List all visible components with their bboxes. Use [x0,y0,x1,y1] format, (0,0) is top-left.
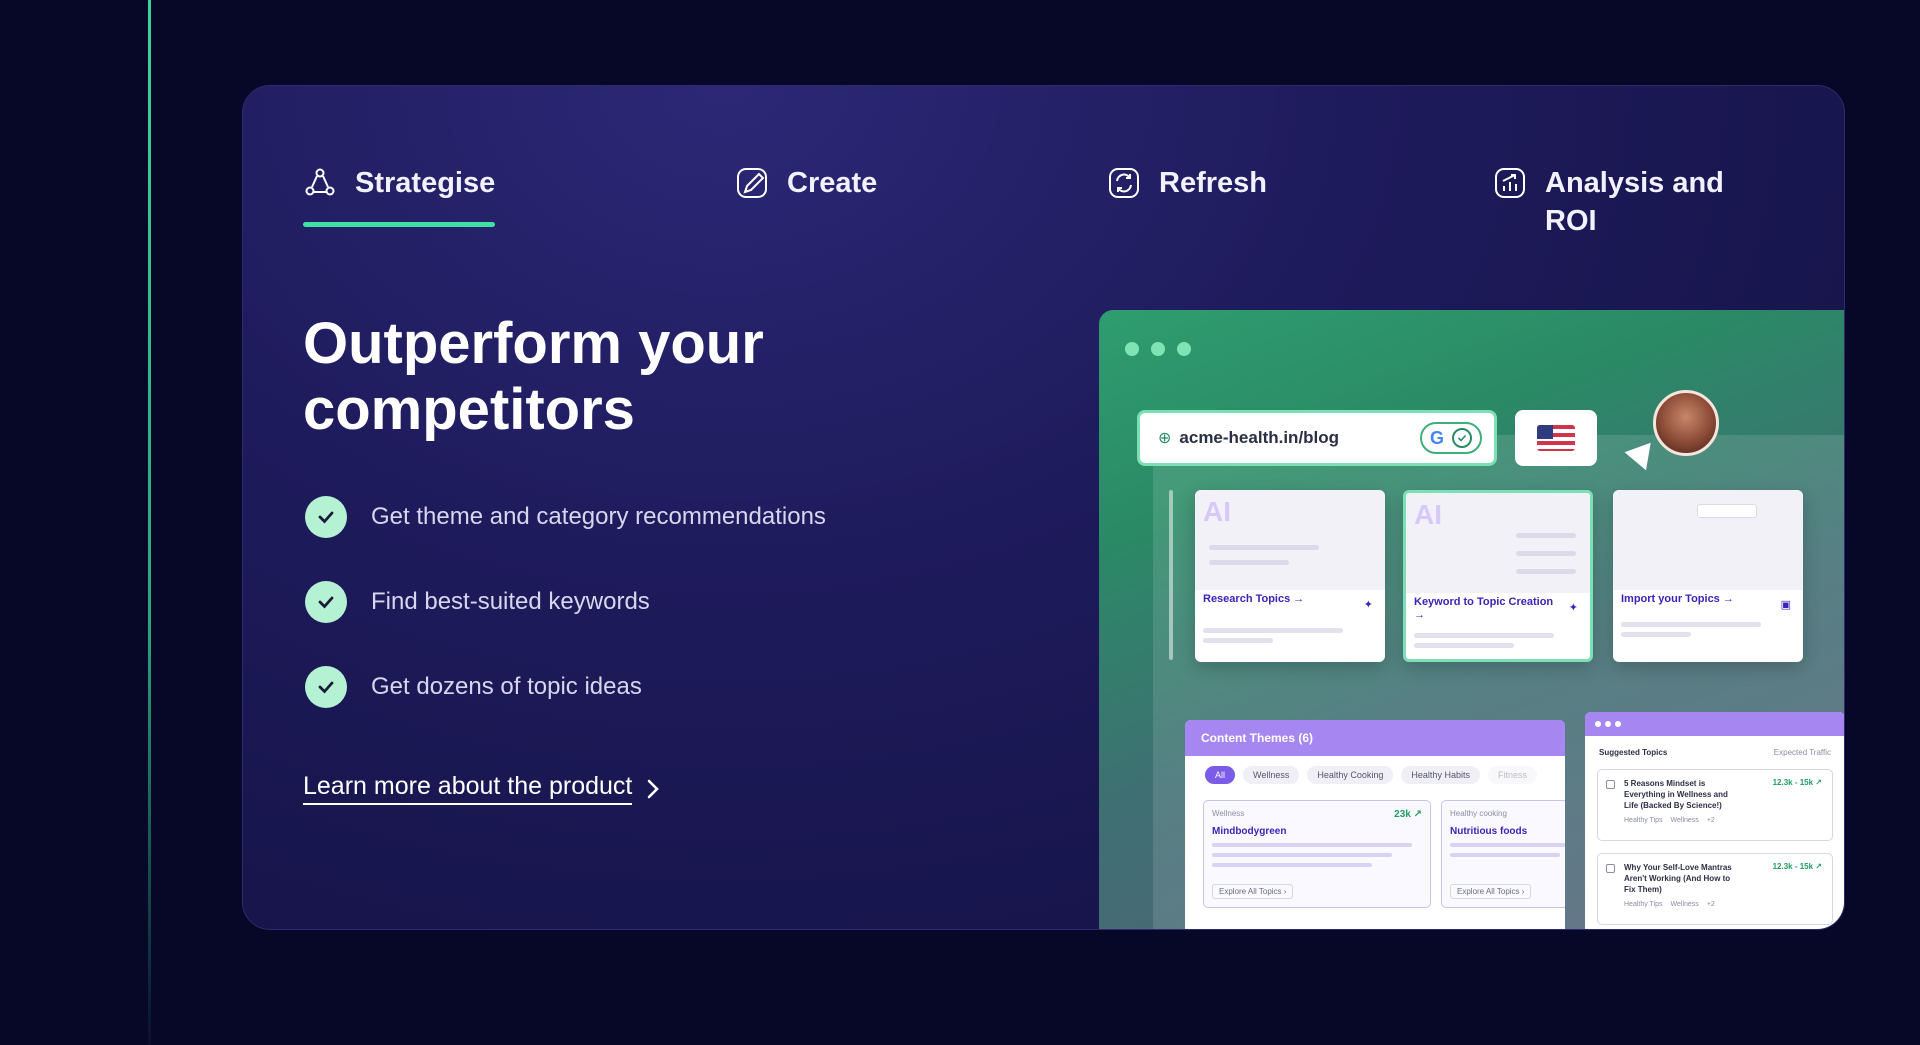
list-item: Get theme and category recommendations [305,496,945,538]
sparkle-icon: ✦ [1568,602,1578,614]
refresh-icon [1107,166,1141,200]
sparkle-icon: ✦ [1363,599,1373,611]
chip-healthy-habits: Healthy Habits [1401,766,1480,784]
checkbox [1606,780,1615,789]
feature-text: Get theme and category recommendations [371,503,826,530]
learn-more-label: Learn more about the product [303,772,633,805]
check-circle-icon [1451,428,1472,448]
topic-title: 5 Reasons Mindset is Everything in Welln… [1624,779,1728,810]
us-flag-icon [1537,425,1575,451]
topic-traffic: 12.3k - 15k ↗ [1772,778,1822,787]
chip-all: All [1205,766,1236,784]
globe-icon: ⊕ [1158,430,1172,447]
explore-topics-button: Explore All Topics › [1212,884,1294,899]
active-tab-indicator [303,222,496,227]
chip-wellness: Wellness [1243,766,1300,784]
country-selector [1515,410,1597,466]
side-accent-line [148,0,151,1045]
theme-box: Wellness Mindbodygreen 23k ↗ Explore All… [1203,800,1431,908]
window-dots [1125,342,1191,356]
expected-traffic-label: Expected Traffic [1773,748,1831,757]
search-engine-badge: G [1420,422,1482,454]
tab-label: Create [787,167,878,199]
feature-text: Get dozens of topic ideas [371,673,642,700]
list-item: Find best-suited keywords [305,581,945,623]
tab-create[interactable]: Create [735,164,877,234]
tab-analysis-roi[interactable]: Analysis and ROI [1493,164,1783,237]
feature-text: Find best-suited keywords [371,588,650,615]
theme-name: Nutritious foods [1450,826,1528,837]
strategy-icon [303,166,337,200]
suggested-topics-title: Suggested Topics [1599,748,1668,757]
chip-fitness: Fitness [1487,766,1537,784]
suggested-topic-row: 5 Reasons Mindset is Everything in Welln… [1597,769,1833,841]
explore-topics-button: Explore All Topics › [1450,884,1532,899]
tag: Healthy Tips [1624,817,1663,824]
theme-category: Healthy cooking [1450,809,1507,818]
check-icon [305,496,347,538]
url-text: acme-health.in/blog [1179,428,1340,447]
tag: Wellness [1670,817,1699,824]
chevron-right-icon [648,779,660,798]
theme-chip-row: All Wellness Healthy Cooking Healthy Hab… [1185,756,1565,794]
page: Strategise Create Refresh Analysis and R… [0,0,1920,1045]
window-dots [1585,712,1844,736]
topic-card-title: Keyword to Topic Creation → [1414,596,1554,621]
check-icon [305,666,347,708]
tab-label: Refresh [1159,167,1267,199]
product-screenshot: ⊕ acme-health.in/blog G AI Research Topi… [1099,310,1844,929]
tag: +2 [1706,901,1715,908]
tag: Wellness [1670,901,1699,908]
feature-card: Strategise Create Refresh Analysis and R… [242,85,1845,930]
page-title: Outperform your competitors [303,311,764,442]
content-themes-header: Content Themes (6) [1185,720,1565,756]
topic-card-title: Research Topics → [1203,593,1305,605]
topic-traffic: 12.3k - 15k ↗ [1772,862,1822,871]
brush-icon [735,166,769,200]
avatar [1653,390,1719,456]
url-field: ⊕ acme-health.in/blog G [1137,410,1497,466]
tab-refresh[interactable]: Refresh [1107,164,1267,234]
tag: +2 [1706,817,1715,824]
check-icon [305,581,347,623]
tag: Healthy Tips [1624,901,1663,908]
theme-traffic: 23k ↗ [1394,809,1422,820]
theme-box: Healthy cooking Nutritious foods Explore… [1441,800,1565,908]
scrollbar [1169,490,1173,660]
tab-label: Analysis and ROI [1545,167,1724,237]
topic-card: AI Research Topics → ✦ [1195,490,1385,662]
topic-card: AI Keyword to Topic Creation → ✦ [1403,490,1593,662]
topic-title: Why Your Self-Love Mantras Aren't Workin… [1624,863,1732,894]
theme-category: Wellness [1212,809,1245,818]
ai-label: AI [1414,499,1442,530]
list-item: Get dozens of topic ideas [305,666,945,708]
suggested-topic-row: Why Your Self-Love Mantras Aren't Workin… [1597,853,1833,925]
topic-card-title: Import your Topics → [1621,593,1734,605]
tab-label: Strategise [355,167,496,199]
analytics-icon [1493,166,1527,200]
content-themes-panel: Content Themes (6) All Wellness Healthy … [1185,720,1565,929]
tab-bar: Strategise Create Refresh Analysis and R… [303,164,1783,237]
file-icon: ▣ [1780,599,1791,611]
suggested-topics-panel: Suggested Topics Expected Traffic 5 Reas… [1585,712,1844,929]
ai-label: AI [1203,496,1231,527]
feature-list: Get theme and category recommendations F… [305,496,945,751]
tab-strategise[interactable]: Strategise [303,164,496,234]
topic-card: Import your Topics → ▣ [1613,490,1803,662]
checkbox [1606,864,1615,873]
learn-more-link[interactable]: Learn more about the product [303,772,660,805]
theme-name: Mindbodygreen [1212,826,1287,837]
chip-healthy-cooking: Healthy Cooking [1307,766,1394,784]
google-icon: G [1429,427,1444,448]
